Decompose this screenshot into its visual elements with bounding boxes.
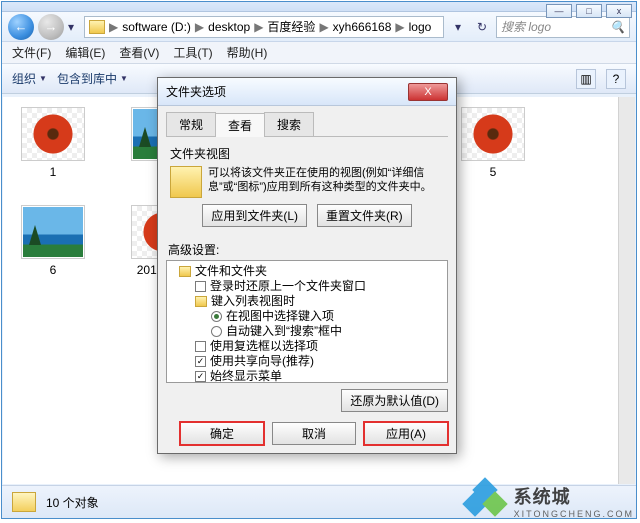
apply-button[interactable]: 应用(A) [364,422,448,445]
tree-item[interactable]: 键入列表视图时 [211,294,295,309]
chevron-down-icon: ▼ [120,74,128,83]
checkbox[interactable]: ✓ [195,356,206,367]
reset-folders-button[interactable]: 重置文件夹(R) [317,204,412,227]
tree-root: 文件和文件夹 [195,264,267,279]
dialog-titlebar[interactable]: 文件夹选项 X [158,78,456,106]
dialog-footer: 确定 取消 应用(A) [166,412,448,445]
folder-options-dialog: 文件夹选项 X 常规 查看 搜索 文件夹视图 可以将该文件夹正在使用的视图(例如… [157,77,457,454]
folder-icon [89,20,105,34]
restore-defaults-button[interactable]: 还原为默认值(D) [341,389,448,412]
menu-bar: 文件(F) 编辑(E) 查看(V) 工具(T) 帮助(H) [2,42,636,64]
folder-view-label: 文件夹视图 [170,145,448,162]
folder-view-icon [170,166,202,198]
back-button[interactable]: ← [8,14,34,40]
help-button[interactable]: ? [606,69,626,89]
file-item[interactable]: 1 [17,107,89,179]
search-icon: 🔍 [610,20,625,34]
apply-to-folders-button[interactable]: 应用到文件夹(L) [202,204,307,227]
window-controls: — □ x [546,4,632,18]
view-mode-button[interactable]: ▥ [576,69,596,89]
breadcrumb-sep: ▶ [107,20,120,34]
forward-button[interactable]: → [38,14,64,40]
folder-view-desc: 可以将该文件夹正在使用的视图(例如“详细信息”或“图标”)应用到所有这种类型的文… [208,166,444,198]
cancel-button[interactable]: 取消 [272,422,356,445]
file-item[interactable]: 5 [457,107,529,179]
refresh-icon[interactable]: ↻ [472,20,492,34]
radio[interactable] [211,326,222,337]
toolbar-organize[interactable]: 组织 ▼ [12,70,47,87]
status-count: 10 个对象 [46,494,99,511]
titlebar [2,2,636,12]
nav-bar: ← → ▾ ▶ software (D:) ▶ desktop ▶ 百度经验 ▶… [2,12,636,42]
scrollbar[interactable] [618,97,635,484]
folder-icon [195,296,207,307]
folder-icon [12,492,36,512]
status-bar: 10 个对象 [2,485,636,518]
include-label: 包含到库中 [57,70,117,87]
file-label: 5 [490,165,497,179]
breadcrumb-sep: ▶ [252,20,265,34]
breadcrumb-sep: ▶ [393,20,406,34]
breadcrumb[interactable]: ▶ software (D:) ▶ desktop ▶ 百度经验 ▶ xyh66… [84,16,444,38]
advanced-label: 高级设置: [168,241,448,258]
tab-view[interactable]: 查看 [215,113,265,137]
breadcrumb-item[interactable]: xyh666168 [333,20,392,34]
breadcrumb-sep: ▶ [193,20,206,34]
tree-item[interactable]: 登录时还原上一个文件夹窗口 [210,279,366,294]
menu-help[interactable]: 帮助(H) [227,44,268,61]
tree-item[interactable]: 使用共享向导(推荐) [210,354,314,369]
advanced-tree[interactable]: 文件和文件夹 登录时还原上一个文件夹窗口 键入列表视图时 在视图中选择键入项 自… [166,260,448,383]
breadcrumb-item[interactable]: software (D:) [122,20,191,34]
refresh-button[interactable]: ▾ [448,20,468,34]
search-placeholder: 搜索 logo [501,18,551,35]
breadcrumb-sep: ▶ [317,20,330,34]
checkbox[interactable] [195,281,206,292]
breadcrumb-item[interactable]: logo [409,20,432,34]
checkbox[interactable]: ✓ [195,371,206,382]
menu-tools[interactable]: 工具(T) [173,44,212,61]
tab-strip: 常规 查看 搜索 [166,112,448,137]
tree-item[interactable]: 在视图中选择键入项 [226,309,334,324]
dialog-title: 文件夹选项 [166,83,226,100]
history-dropdown[interactable]: ▾ [68,20,80,34]
close-button[interactable]: x [606,4,632,18]
menu-file[interactable]: 文件(F) [12,44,51,61]
chevron-down-icon: ▼ [39,74,47,83]
radio[interactable] [211,311,222,322]
tab-search[interactable]: 搜索 [264,112,314,136]
tree-item[interactable]: 自动键入到“搜索”框中 [226,324,342,339]
maximize-button[interactable]: □ [576,4,602,18]
tree-item[interactable]: 使用复选框以选择项 [210,339,318,354]
tree-item[interactable]: 始终显示菜单 [210,369,282,383]
menu-view[interactable]: 查看(V) [119,44,159,61]
tab-general[interactable]: 常规 [166,112,216,136]
file-label: 6 [50,263,57,277]
search-input[interactable]: 搜索 logo 🔍 [496,16,630,38]
dialog-close-button[interactable]: X [408,83,448,101]
breadcrumb-item[interactable]: desktop [208,20,250,34]
breadcrumb-item[interactable]: 百度经验 [267,18,315,35]
organize-label: 组织 [12,70,36,87]
folder-icon [179,266,191,277]
minimize-button[interactable]: — [546,4,572,18]
file-label: 1 [50,165,57,179]
menu-edit[interactable]: 编辑(E) [65,44,105,61]
ok-button[interactable]: 确定 [180,422,264,445]
checkbox[interactable] [195,341,206,352]
toolbar-include[interactable]: 包含到库中 ▼ [57,70,128,87]
file-item[interactable]: 6 [17,205,89,277]
